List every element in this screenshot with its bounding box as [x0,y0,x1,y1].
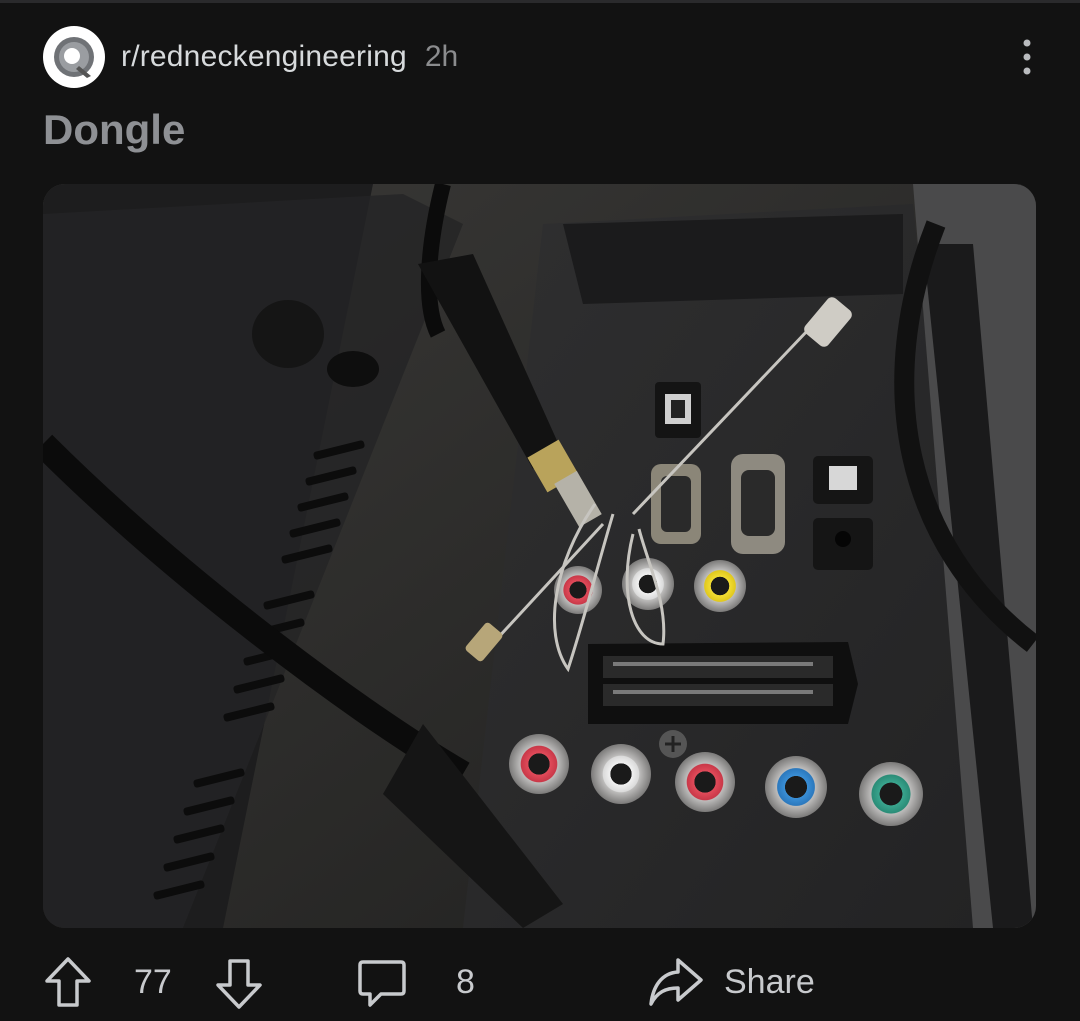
post-header: r/redneckengineering 2h [43,26,1043,88]
more-options-button[interactable] [1015,38,1039,78]
top-divider [0,0,1080,3]
share-label: Share [724,962,815,1001]
comment-count: 8 [456,963,475,1001]
share-button[interactable]: Share [648,956,815,1008]
post-title[interactable]: Dongle [43,106,185,154]
subreddit-name[interactable]: r/redneckengineering [121,40,407,74]
share-arrow-icon [649,958,703,1006]
vote-count: 77 [134,963,172,1001]
subreddit-avatar[interactable] [43,26,105,88]
post-image[interactable] [43,184,1036,928]
post-action-bar: 77 8 Share [0,950,1080,1020]
vertical-dots-icon [1023,39,1031,75]
tv-back-panel-photo [43,184,1036,928]
upvote-button[interactable] [44,956,92,1008]
comments-button[interactable] [357,958,407,1010]
arrow-up-icon [45,957,91,1007]
duct-tape-icon [54,37,94,78]
arrow-down-icon [216,959,262,1009]
downvote-button[interactable] [215,958,263,1010]
comment-bubble-icon [358,960,406,1007]
post-age: 2h [424,40,459,73]
